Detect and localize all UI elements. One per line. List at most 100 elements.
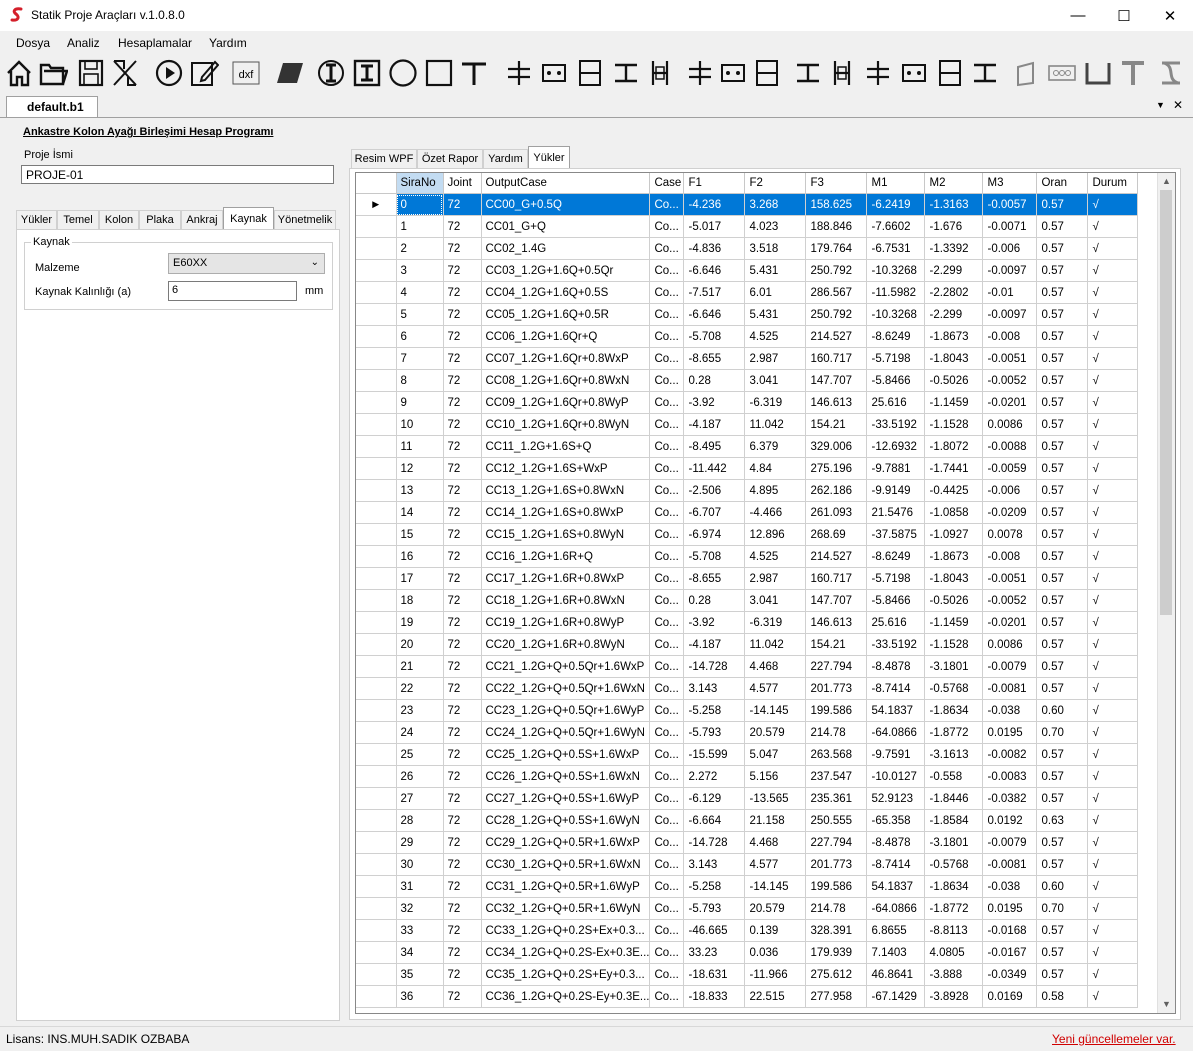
cell-m3[interactable]: -0.0209 (982, 501, 1038, 524)
table-row[interactable]: 22 72 CC22_1.2G+Q+0.5Qr+1.6WxN Co... 3.143 4.… (356, 677, 1139, 700)
cell-m1[interactable]: -64.0866 (866, 721, 926, 744)
cell-outputcase[interactable]: CC20_1.2G+1.6R+0.8WyN (481, 633, 651, 656)
tab-temel[interactable]: Temel (57, 210, 99, 229)
cell-case[interactable]: Co... (649, 435, 685, 458)
cell-sirano[interactable]: 30 (396, 853, 444, 876)
cell-m3[interactable]: -0.0059 (982, 457, 1038, 480)
cell-sirano[interactable]: 34 (396, 941, 444, 964)
circle-section-icon[interactable] (388, 57, 418, 89)
cell-durum[interactable]: √ (1087, 941, 1139, 964)
cell-sirano[interactable]: 19 (396, 611, 444, 634)
cell-oran[interactable]: 0.57 (1036, 655, 1089, 678)
cell-outputcase[interactable]: CC17_1.2G+1.6R+0.8WxP (481, 567, 651, 590)
cell-m2[interactable]: -1.8772 (924, 897, 984, 920)
cell-durum[interactable]: √ (1087, 325, 1139, 348)
cell-oran[interactable]: 0.57 (1036, 611, 1089, 634)
cell-m3[interactable]: -0.01 (982, 281, 1038, 304)
cell-case[interactable]: Co... (649, 369, 685, 392)
dxf-icon[interactable]: dxf (231, 57, 261, 89)
cell-durum[interactable]: √ (1087, 523, 1139, 546)
cell-joint[interactable]: 72 (443, 721, 482, 744)
cell-outputcase[interactable]: CC27_1.2G+Q+0.5S+1.6WyP (481, 787, 651, 810)
cell-sirano[interactable]: 33 (396, 919, 444, 942)
cell-f3[interactable]: 214.527 (805, 545, 868, 568)
cell-m2[interactable]: -1.7441 (924, 457, 984, 480)
row-header[interactable] (356, 589, 397, 612)
cell-sirano[interactable]: 18 (396, 589, 444, 612)
cell-joint[interactable]: 72 (443, 765, 482, 788)
cell-m1[interactable]: -37.5875 (866, 523, 926, 546)
cell-oran[interactable]: 0.57 (1036, 545, 1089, 568)
cell-outputcase[interactable]: CC21_1.2G+Q+0.5Qr+1.6WxP (481, 655, 651, 678)
column-header-sirano[interactable]: SiraNo (396, 173, 444, 194)
row-header[interactable] (356, 611, 397, 634)
cell-oran[interactable]: 0.57 (1036, 281, 1089, 304)
row-header[interactable] (356, 875, 397, 898)
beam-web-icon[interactable] (645, 57, 675, 89)
cell-f3[interactable]: 154.21 (805, 633, 868, 656)
updates-link[interactable]: Yeni güncellemeler var. (1052, 1032, 1176, 1046)
cell-case[interactable]: Co... (649, 413, 685, 436)
cell-m2[interactable]: -0.5768 (924, 853, 984, 876)
cell-m2[interactable]: -1.8446 (924, 787, 984, 810)
cell-m3[interactable]: -0.038 (982, 875, 1038, 898)
cell-case[interactable]: Co... (649, 655, 685, 678)
table-row[interactable]: 14 72 CC14_1.2G+1.6S+0.8WxP Co... -6.707 -4.4… (356, 501, 1139, 524)
cell-f1[interactable]: -5.793 (683, 721, 746, 744)
cell-case[interactable]: Co... (649, 919, 685, 942)
table-row[interactable]: 32 72 CC32_1.2G+Q+0.5R+1.6WyN Co... -5.793 20… (356, 897, 1139, 920)
table-row[interactable]: 24 72 CC24_1.2G+Q+0.5Qr+1.6WyN Co... -5.793 2… (356, 721, 1139, 744)
cell-outputcase[interactable]: CC30_1.2G+Q+0.5R+1.6WxN (481, 853, 651, 876)
cell-sirano[interactable]: 22 (396, 677, 444, 700)
cell-sirano[interactable]: 20 (396, 633, 444, 656)
bolt-pattern-icon[interactable] (718, 57, 748, 89)
cell-f3[interactable]: 286.567 (805, 281, 868, 304)
play-icon[interactable] (154, 57, 184, 89)
cell-outputcase[interactable]: CC13_1.2G+1.6S+0.8WxN (481, 479, 651, 502)
cell-f2[interactable]: 3.041 (744, 589, 807, 612)
cell-f1[interactable]: -6.129 (683, 787, 746, 810)
column-base-k-icon[interactable] (539, 57, 569, 89)
cell-f3[interactable]: 147.707 (805, 369, 868, 392)
cell-f1[interactable]: -14.728 (683, 831, 746, 854)
tab-kaynak[interactable]: Kaynak (223, 207, 274, 229)
column-header-joint[interactable]: Joint (443, 173, 482, 194)
cell-sirano[interactable]: 10 (396, 413, 444, 436)
cell-m1[interactable]: -10.3268 (866, 303, 926, 326)
cell-joint[interactable]: 72 (443, 369, 482, 392)
cell-m2[interactable]: -1.1528 (924, 413, 984, 436)
cell-f1[interactable]: -3.92 (683, 391, 746, 414)
row-header[interactable] (356, 985, 397, 1008)
cell-sirano[interactable]: 6 (396, 325, 444, 348)
cell-m3[interactable]: -0.0081 (982, 677, 1038, 700)
row-header[interactable] (356, 655, 397, 678)
cell-case[interactable]: Co... (649, 193, 685, 216)
cell-f1[interactable]: 0.28 (683, 589, 746, 612)
cell-outputcase[interactable]: CC06_1.2G+1.6Qr+Q (481, 325, 651, 348)
cell-outputcase[interactable]: CC32_1.2G+Q+0.5R+1.6WyN (481, 897, 651, 920)
cell-joint[interactable]: 72 (443, 391, 482, 414)
cell-m1[interactable]: -8.7414 (866, 677, 926, 700)
tab-ozet-rapor[interactable]: Özet Rapor (417, 149, 483, 168)
cell-durum[interactable]: √ (1087, 589, 1139, 612)
column-splice-icon[interactable] (827, 57, 857, 89)
cell-outputcase[interactable]: CC00_G+0.5Q (481, 193, 651, 216)
cell-m2[interactable]: -1.3392 (924, 237, 984, 260)
cell-f2[interactable]: -14.145 (744, 875, 807, 898)
column-header-m3[interactable]: M3 (982, 173, 1038, 194)
cell-case[interactable]: Co... (649, 347, 685, 370)
cell-f3[interactable]: 179.939 (805, 941, 868, 964)
cell-f1[interactable]: -14.728 (683, 655, 746, 678)
cell-f2[interactable]: 20.579 (744, 897, 807, 920)
scrollbar-thumb[interactable] (1160, 190, 1172, 615)
cell-durum[interactable]: √ (1087, 501, 1139, 524)
cell-case[interactable]: Co... (649, 985, 685, 1008)
cell-durum[interactable]: √ (1087, 193, 1139, 216)
cell-m2[interactable]: -1.8772 (924, 721, 984, 744)
cell-f2[interactable]: 6.01 (744, 281, 807, 304)
cell-durum[interactable]: √ (1087, 677, 1139, 700)
cell-m1[interactable]: -5.8466 (866, 589, 926, 612)
cell-oran[interactable]: 0.60 (1036, 699, 1089, 722)
cell-f1[interactable]: -5.793 (683, 897, 746, 920)
cell-m2[interactable]: -3.888 (924, 963, 984, 986)
